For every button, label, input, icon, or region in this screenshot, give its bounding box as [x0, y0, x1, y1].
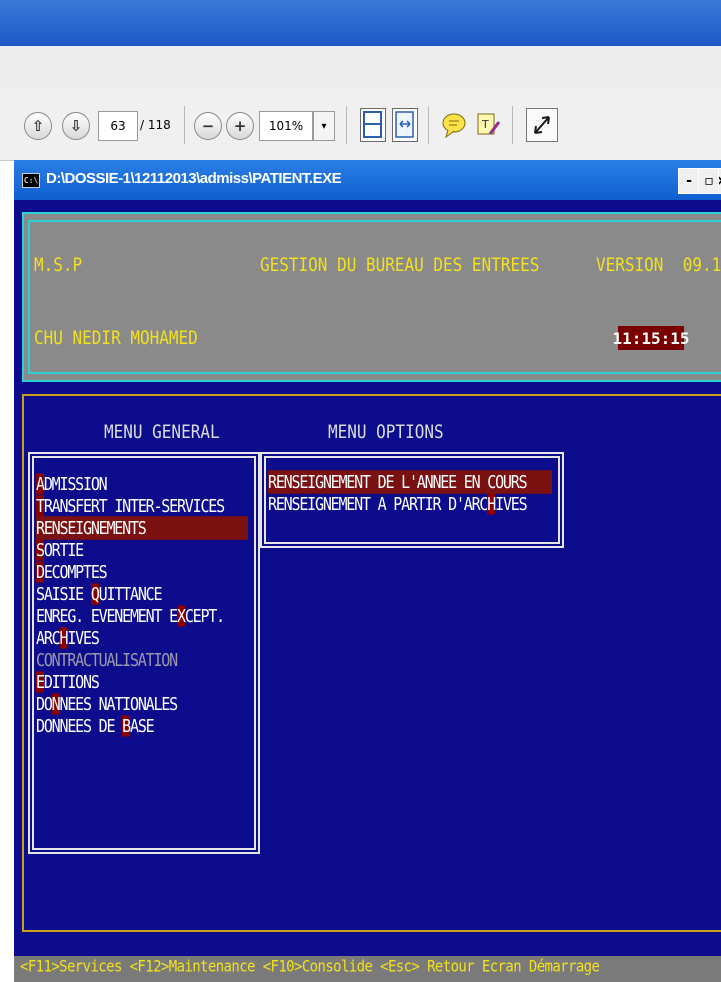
fit-page-icon[interactable] — [360, 108, 386, 142]
expand-icon[interactable] — [526, 108, 558, 142]
menu-item-donnees-de-base[interactable]: DONNEES DE BASE — [36, 714, 155, 738]
svg-text:T: T — [481, 118, 489, 131]
fit-width-icon[interactable] — [392, 108, 418, 142]
menu-item-contractualisation: CONTRACTUALISATION — [36, 649, 178, 671]
minimize-icon[interactable]: - — [678, 168, 700, 194]
menu-item-transfert[interactable]: TRANSFERT INTER-SERVICES — [36, 494, 225, 518]
status-shortcuts: <F11>Services <F12>Maintenance <F10>Cons… — [20, 957, 600, 977]
toolbar-divider — [428, 106, 429, 144]
toolbar-divider — [346, 106, 347, 144]
page-total-label: / 118 — [140, 118, 171, 132]
comment-icon[interactable] — [440, 110, 468, 140]
status-bar: <F11>Services <F12>Maintenance <F10>Cons… — [14, 956, 721, 982]
menu-item-decomptes[interactable]: DECOMPTES — [36, 560, 108, 584]
menu-item-editions[interactable]: EDITIONS — [36, 670, 100, 694]
previous-page-icon[interactable]: ⇧ — [24, 112, 52, 140]
menu-options-heading: MENU OPTIONS — [328, 420, 444, 443]
menu-general-heading: MENU GENERAL — [104, 420, 220, 443]
zoom-dropdown-icon[interactable]: ▾ — [313, 111, 335, 141]
menu-item-archives[interactable]: ARCHIVES — [36, 626, 100, 650]
viewer-menu-band — [0, 46, 721, 89]
menu-item-donnees-nationales[interactable]: DONNEES NATIONALES — [36, 692, 178, 716]
viewer-toolbar: ⇧ ⇩ 63 / 118 − + 101% ▾ T — [0, 88, 721, 161]
zoom-out-icon[interactable]: − — [194, 112, 222, 140]
hospital-name: CHU NEDIR MOHAMED — [34, 326, 198, 349]
console-title-bar: C:\ D:\DOSSIE-1\12112013\admiss\PATIENT.… — [14, 160, 721, 200]
zoom-level-input[interactable]: 101% — [259, 111, 313, 141]
menu-general-box: ADMISSION TRANSFERT INTER-SERVICES RENSE… — [28, 452, 260, 854]
header-panel: M.S.P GESTION DU BUREAU DES ENTREES VERS… — [22, 212, 721, 382]
console-title: D:\DOSSIE-1\12112013\admiss\PATIENT.EXE — [46, 170, 342, 187]
menu-item-enreg-evenement[interactable]: ENREG. EVENEMENT EXCEPT. — [36, 604, 225, 628]
console-app-icon: C:\ — [22, 173, 40, 188]
toolbar-divider — [512, 106, 513, 144]
zoom-in-icon[interactable]: + — [226, 112, 254, 140]
menu-item-admission[interactable]: ADMISSION — [36, 472, 108, 496]
console-window: C:\ D:\DOSSIE-1\12112013\admiss\PATIENT.… — [14, 160, 721, 982]
main-menu-panel: MENU GENERAL MENU OPTIONS ADMISSION TRAN… — [22, 394, 721, 932]
menu-item-renseignements[interactable]: RENSEIGNEMENTS — [36, 516, 248, 540]
next-page-icon[interactable]: ⇩ — [62, 112, 90, 140]
option-partir-archives[interactable]: RENSEIGNEMENT A PARTIR D'ARCHIVES — [268, 492, 528, 516]
page-number-input[interactable]: 63 — [98, 111, 138, 141]
highlight-text-icon[interactable]: T — [474, 110, 502, 140]
app-title: GESTION DU BUREAU DES ENTREES — [260, 253, 540, 276]
clock: 11:15:15 — [612, 326, 690, 350]
toolbar-divider — [184, 106, 185, 144]
viewer-title-bar — [0, 0, 721, 46]
restore-icon[interactable]: ▫ — [698, 168, 720, 194]
menu-item-saisie-quittance[interactable]: SAISIE QUITTANCE — [36, 582, 163, 606]
menu-item-sortie[interactable]: SORTIE — [36, 538, 84, 562]
option-annee-en-cours[interactable]: RENSEIGNEMENT DE L'ANNEE EN COURS — [268, 470, 552, 494]
menu-options-box: RENSEIGNEMENT DE L'ANNEE EN COURS RENSEI… — [260, 452, 564, 548]
header-inner-frame: M.S.P GESTION DU BUREAU DES ENTREES VERS… — [28, 220, 721, 374]
org-label: M.S.P — [34, 253, 83, 276]
version-label: VERSION 09.10 — [596, 253, 721, 276]
